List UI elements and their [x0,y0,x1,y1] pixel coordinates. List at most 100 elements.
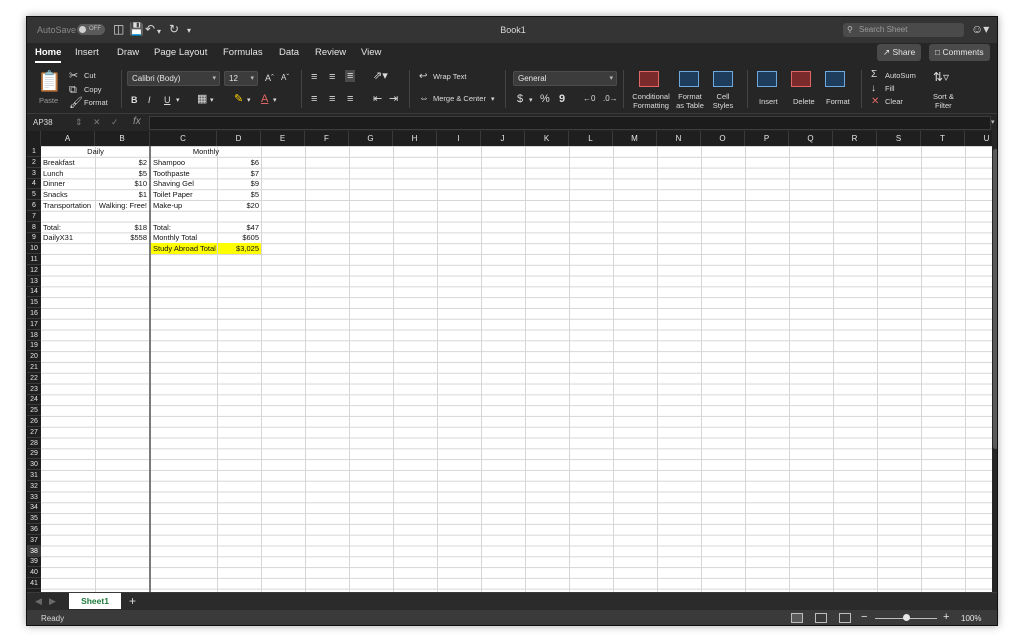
tab-page-layout[interactable]: Page Layout [154,47,207,58]
cell-c6[interactable]: Make-up [153,200,182,211]
autosum-button[interactable]: AutoSum [885,71,916,80]
align-left-icon[interactable]: ≡ [311,93,317,105]
column-header-u[interactable]: U [965,131,992,146]
sort-filter-icon[interactable]: ⇅▿ [933,71,949,83]
column-header-s[interactable]: S [877,131,921,146]
row-header-14[interactable]: 14 [27,286,41,298]
comments-button[interactable]: □ Comments [929,44,990,61]
row-header-33[interactable]: 33 [27,492,41,503]
row-header-12[interactable]: 12 [27,265,41,276]
cell-a5[interactable]: Snacks [43,189,68,200]
align-middle-icon[interactable]: ≡ [329,71,335,83]
cell-b9[interactable]: $558 [95,232,147,243]
row-header-38[interactable]: 38 [27,545,41,557]
row-header-13[interactable]: 13 [27,276,41,287]
format-as-table-label-1[interactable]: Format [672,92,708,101]
row-header-36[interactable]: 36 [27,524,41,535]
page-break-view-icon[interactable] [839,613,851,623]
italic-button[interactable]: I [148,94,151,106]
cell-b2[interactable]: $2 [95,157,147,168]
column-header-i[interactable]: I [437,131,481,146]
cut-icon[interactable]: ✂ [69,70,78,82]
row-header-11[interactable]: 11 [27,254,41,265]
cell-d8[interactable]: $47 [217,222,259,233]
search-sheet-input[interactable]: ⚲ Search Sheet [843,23,964,37]
tab-data[interactable]: Data [279,47,299,58]
insert-cells-icon[interactable] [757,71,777,87]
font-size-select[interactable]: 12 ▾ [224,71,258,86]
column-header-l[interactable]: L [569,131,613,146]
column-header-j[interactable]: J [481,131,525,146]
currency-button[interactable]: $ [517,93,523,105]
increase-font-icon[interactable]: Aˆ [265,72,274,84]
format-as-table-icon[interactable] [679,71,699,87]
scrollbar-thumb[interactable] [993,149,997,449]
borders-icon[interactable]: ▦ [197,93,207,105]
cell-c3[interactable]: Toothpaste [153,168,190,179]
clear-icon[interactable]: ✕ [871,96,879,108]
insert-cells-label[interactable]: Insert [759,97,778,106]
font-name-select[interactable]: Calibri (Body) ▾ [127,71,220,86]
copy-icon[interactable]: ⧉ [69,84,77,96]
row-header-32[interactable]: 32 [27,481,41,492]
tab-review[interactable]: Review [315,47,346,58]
vertical-scrollbar[interactable] [992,131,997,592]
row-header-37[interactable]: 37 [27,535,41,546]
cell-d5[interactable]: $5 [217,189,259,200]
cell-c9[interactable]: Monthly Total [153,232,197,243]
row-header-6[interactable]: 6 [27,200,41,211]
cell-styles-label-2[interactable]: Styles [707,101,739,110]
tab-insert[interactable]: Insert [75,47,99,58]
row-header-23[interactable]: 23 [27,384,41,395]
column-header-c[interactable]: C [150,131,217,146]
cell-c2[interactable]: Shampoo [153,157,185,168]
column-header-g[interactable]: G [349,131,393,146]
add-sheet-icon[interactable]: + [129,594,136,608]
namebox-stepper-icon[interactable]: ⇕ [75,117,83,128]
align-top-icon[interactable]: ≡ [311,71,317,83]
column-header-a[interactable]: A [41,131,95,146]
cell-c8[interactable]: Total: [153,222,171,233]
cell-c5[interactable]: Toilet Paper [153,189,193,200]
row-header-7[interactable]: 7 [27,211,41,222]
bold-button[interactable]: B [131,94,138,106]
row-header-34[interactable]: 34 [27,502,41,514]
underline-button[interactable]: U [164,94,171,106]
feedback-smiley-icon[interactable]: ☺▾ [971,22,989,36]
column-header-p[interactable]: P [745,131,789,146]
underline-dropdown-icon[interactable]: ▾ [176,95,180,107]
row-header-39[interactable]: 39 [27,556,41,568]
delete-cells-icon[interactable] [791,71,811,87]
zoom-level[interactable]: 100% [961,614,981,623]
row-header-29[interactable]: 29 [27,448,41,460]
column-header-d[interactable]: D [217,131,261,146]
paste-icon[interactable]: 📋 [37,72,62,92]
cell-styles-label-1[interactable]: Cell [707,92,739,101]
row-header-20[interactable]: 20 [27,351,41,363]
font-color-dropdown-icon[interactable]: ▾ [273,95,277,107]
clear-button[interactable]: Clear [885,97,903,106]
select-all-corner[interactable] [27,131,41,146]
row-header-1[interactable]: 1 [27,146,41,157]
row-header-35[interactable]: 35 [27,513,41,525]
row-header-40[interactable]: 40 [27,567,41,579]
row-header-18[interactable]: 18 [27,330,41,341]
sheet-prev-icon[interactable]: ◀ [35,596,42,607]
cell-d9[interactable]: $605 [217,232,259,243]
row-header-4[interactable]: 4 [27,178,41,190]
zoom-in-icon[interactable]: + [943,611,949,623]
cell-d2[interactable]: $6 [217,157,259,168]
cell-a6[interactable]: Transportation [43,200,91,211]
fill-color-icon[interactable]: ✎ [234,93,243,105]
zoom-slider-thumb[interactable] [903,614,910,621]
sort-filter-label-2[interactable]: Filter [935,101,952,110]
cell-a4[interactable]: Dinner [43,178,65,189]
cell-c10[interactable]: Study Abroad Total [151,243,217,255]
column-header-n[interactable]: N [657,131,701,146]
row-header-5[interactable]: 5 [27,189,41,201]
currency-dropdown-icon[interactable]: ▾ [529,95,533,107]
cell-a9[interactable]: DailyX31 [43,232,73,243]
font-color-icon[interactable]: A [261,93,268,105]
cell-b5[interactable]: $1 [95,189,147,200]
cell-b6[interactable]: Walking: Free! [95,200,147,211]
